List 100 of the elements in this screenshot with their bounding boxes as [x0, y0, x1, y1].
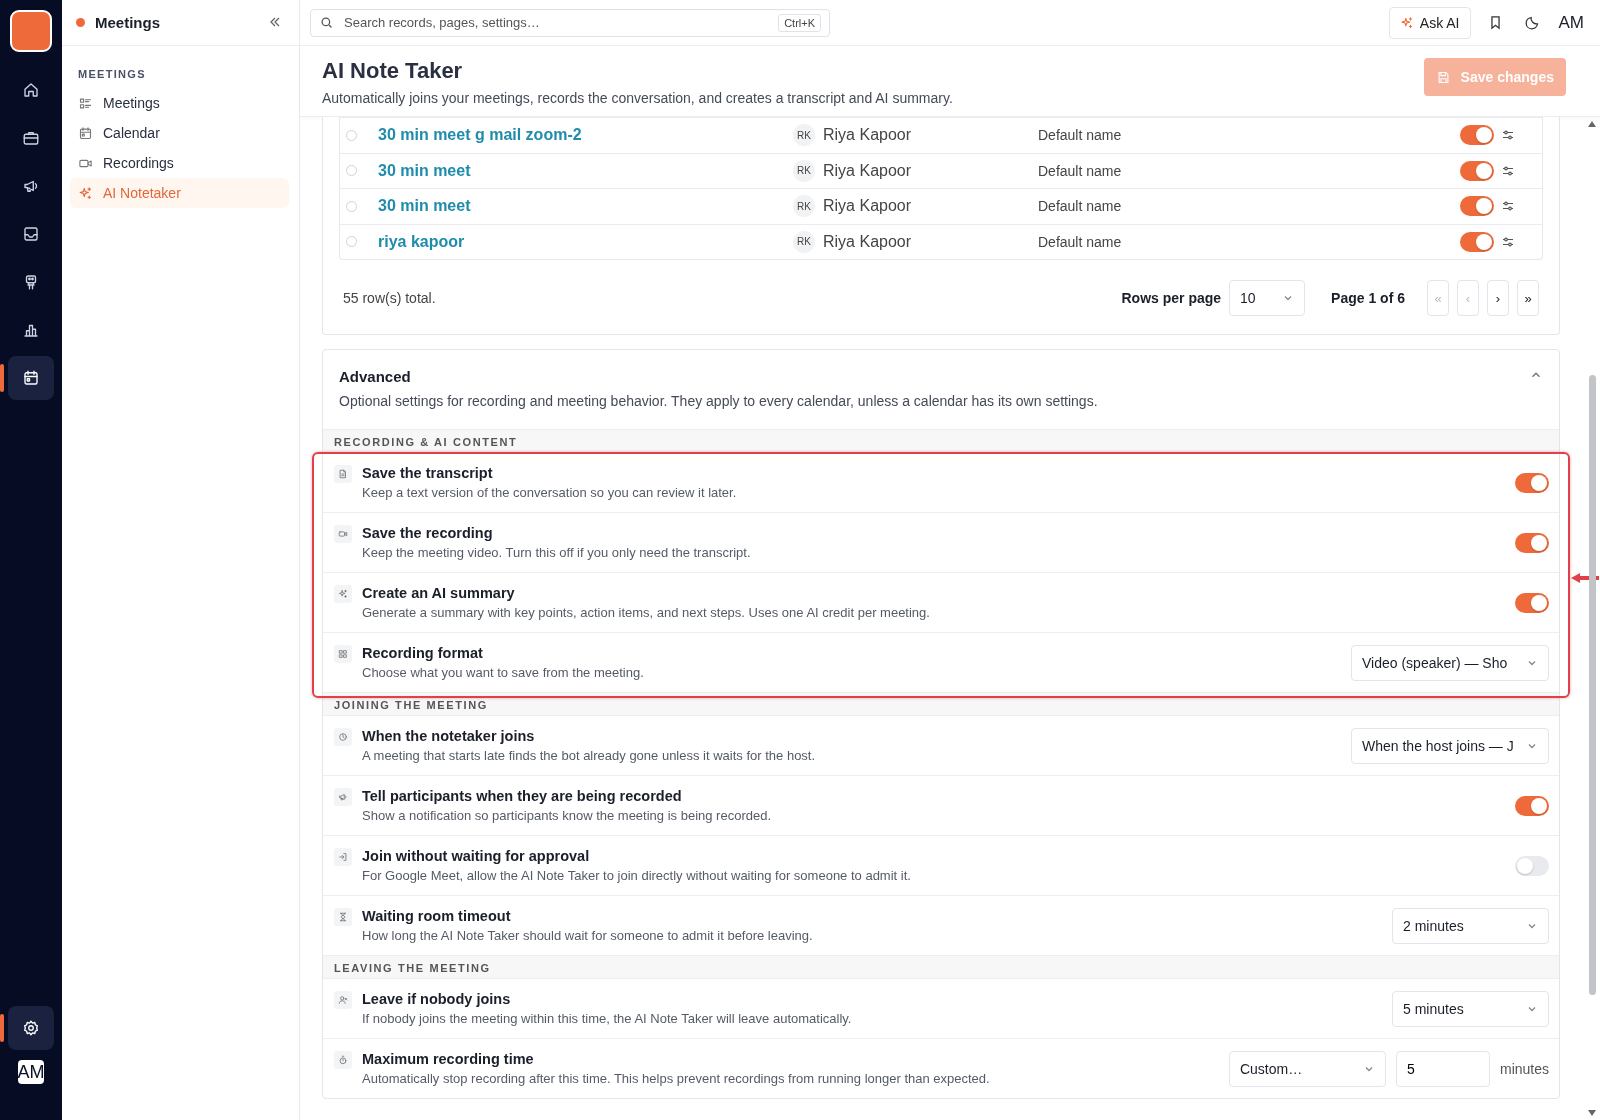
toggle-switch[interactable] — [1515, 532, 1549, 553]
toggle-switch[interactable] — [1460, 196, 1494, 217]
dropdown[interactable]: 5 minutes — [1392, 990, 1549, 1027]
ask-ai-button[interactable]: Ask AI — [1388, 6, 1471, 39]
app-logo — [10, 10, 52, 52]
setting-title: Recording format — [362, 645, 484, 661]
sparkle-icon — [78, 185, 93, 201]
setting-title: Save the transcript — [362, 465, 494, 481]
unit-label: minutes — [1499, 1060, 1549, 1077]
row-count: 55 row(s) total. — [343, 290, 437, 306]
user-avatar[interactable]: AM — [18, 1060, 44, 1084]
owner-avatar: RK — [793, 159, 815, 182]
setting-title: Save the recording — [362, 525, 494, 541]
setting-description: A meeting that starts late finds the bot already gone unless it waits for the host. — [362, 748, 817, 763]
owner-avatar: RK — [793, 124, 815, 147]
setting-title: Leave if nobody joins — [362, 991, 512, 1007]
section-description: Optional settings for recording and meeting behavior. They apply to every calendar, unless a calendar has its own settings. — [339, 393, 1099, 409]
sliders-icon[interactable] — [1502, 164, 1514, 177]
owner-name: Riya Kapoor — [823, 126, 912, 145]
group-header: JOINING THE MEETING — [323, 692, 1559, 715]
owner-avatar: RK — [793, 230, 815, 253]
sidebar-item[interactable]: Meetings — [70, 88, 289, 118]
meeting-link[interactable]: 30 min meet — [378, 161, 793, 180]
meeting-link[interactable]: 30 min meet g mail zoom-2 — [378, 126, 793, 145]
table-cell-text: Default name — [1038, 162, 1123, 179]
section-title: Advanced — [339, 368, 412, 385]
sidebar-item[interactable]: Recordings — [70, 148, 289, 178]
sliders-icon[interactable] — [1502, 200, 1514, 213]
sidebar-item[interactable]: Calendar — [70, 118, 289, 148]
clock-icon — [338, 732, 348, 742]
shortcut-hint: Ctrl+K — [778, 13, 821, 32]
status-dot — [76, 18, 85, 27]
toggle-switch[interactable] — [1515, 592, 1549, 613]
setting-title: Maximum recording time — [362, 1051, 535, 1067]
calendar-icon — [22, 369, 40, 387]
row-checkbox[interactable] — [346, 129, 357, 141]
dropdown[interactable]: 2 minutes — [1392, 907, 1549, 944]
page-title: AI Note Taker — [322, 58, 464, 84]
sliders-icon[interactable] — [1502, 129, 1514, 142]
setting-description: Keep the meeting video. Turn this off if you only need the transcript. — [362, 545, 752, 560]
pagination-button[interactable]: › — [1487, 280, 1509, 316]
inbox-icon — [22, 225, 40, 243]
rows-per-page-dropdown[interactable]: 10 — [1229, 280, 1306, 316]
settings-icon — [22, 1019, 40, 1037]
toggle-switch[interactable] — [1515, 855, 1549, 876]
row-checkbox[interactable] — [346, 200, 357, 212]
sliders-icon[interactable] — [1502, 235, 1514, 248]
pagination-button[interactable]: » — [1517, 280, 1539, 316]
briefcase-icon — [22, 129, 40, 147]
setting-description: Automatically stop recording after this time. This helps prevent recordings from running longer than expected. — [362, 1071, 991, 1086]
toggle-switch[interactable] — [1460, 231, 1494, 252]
setting-description: Choose what you want to save from the meeting. — [362, 665, 645, 680]
toggle-switch[interactable] — [1515, 472, 1549, 493]
grid-icon — [338, 649, 348, 659]
double-chevron-left-icon — [269, 15, 281, 28]
section-label: MEETINGS — [77, 67, 147, 82]
table-cell-text: Default name — [1038, 127, 1123, 144]
dropdown[interactable]: When the host joins — J — [1351, 727, 1549, 764]
setting-description: Generate a summary with key points, action items, and next steps. Uses one AI credit per meeting. — [362, 605, 931, 620]
search-input[interactable]: Search records, pages, settings… — [342, 14, 771, 31]
group-header: LEAVING THE MEETING — [323, 955, 1559, 978]
setting-title: Waiting room timeout — [362, 908, 512, 924]
group-header: RECORDING & AI CONTENT — [323, 429, 1559, 452]
owner-name: Riya Kapoor — [823, 161, 912, 180]
setting-title: Tell participants when they are being recorded — [362, 788, 683, 804]
setting-description: How long the AI Note Taker should wait for someone to admit it before leaving. — [362, 928, 814, 943]
search-icon — [319, 15, 334, 30]
moon-icon — [1523, 14, 1541, 31]
row-checkbox[interactable] — [346, 236, 357, 248]
sidebar-title: Meetings — [95, 14, 161, 31]
sparkle-icon — [338, 589, 348, 599]
list-icon — [78, 95, 93, 111]
setting-description: Keep a text version of the conversation so you can review it later. — [362, 485, 738, 500]
toggle-switch[interactable] — [1460, 125, 1494, 146]
table-cell-text: Default name — [1038, 233, 1123, 250]
meeting-link[interactable]: 30 min meet — [378, 197, 793, 216]
sign-in-icon — [338, 852, 348, 862]
home-icon — [22, 81, 40, 99]
owner-name: Riya Kapoor — [823, 232, 912, 251]
calendar-icon — [78, 125, 93, 141]
owner-name: Riya Kapoor — [823, 197, 912, 216]
sparkle-icon — [1399, 15, 1414, 30]
hourglass-icon — [338, 912, 348, 922]
owner-avatar: RK — [793, 195, 815, 218]
row-checkbox[interactable] — [346, 165, 357, 177]
setting-description: For Google Meet, allow the AI Note Taker to join directly without waiting for someone to admit it. — [362, 868, 912, 883]
toggle-switch[interactable] — [1515, 795, 1549, 816]
dropdown[interactable]: Video (speaker) — Sho — [1351, 644, 1549, 681]
stopwatch-icon — [338, 1055, 348, 1065]
user-avatar[interactable]: AM — [1556, 12, 1586, 33]
dropdown[interactable]: Custom… — [1228, 1050, 1386, 1087]
meeting-link[interactable]: riya kapoor — [378, 232, 793, 251]
setting-description: Show a notification so participants know the meeting is being recorded. — [362, 808, 772, 823]
video-camera-icon — [338, 529, 348, 539]
setting-title: Create an AI summary — [362, 585, 516, 601]
toggle-switch[interactable] — [1460, 160, 1494, 181]
table-cell-text: Default name — [1038, 198, 1123, 215]
search-bar[interactable]: Search records, pages, settings… Ctrl+K — [310, 8, 830, 37]
number-input[interactable]: 5 — [1395, 1050, 1490, 1087]
rows-per-page-label: Rows per page — [1121, 290, 1222, 306]
